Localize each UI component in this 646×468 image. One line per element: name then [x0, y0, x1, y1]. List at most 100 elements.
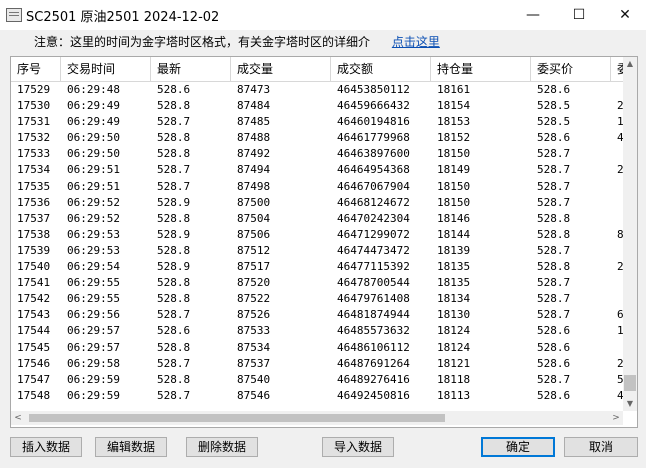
table-cell: 18113: [437, 388, 471, 402]
table-cell: 06:29:50: [67, 147, 120, 161]
header-time[interactable]: 交易时间: [61, 57, 151, 81]
table-cell: 46461779968: [337, 131, 410, 145]
maximize-button[interactable]: ☐: [556, 0, 602, 30]
table-row[interactable]: 17544 06:29:57 528.6 87533 46485573632 18124 5…: [11, 323, 624, 339]
table-row[interactable]: 17535 06:29:51 528.7 87498 46467067904 18150 5…: [11, 179, 623, 195]
header-seq[interactable]: 序号: [11, 57, 61, 81]
table-cell: 46478700544: [337, 276, 410, 290]
table-row[interactable]: 17536 06:29:52 528.9 87500 46468124672 18150 5…: [11, 195, 623, 211]
table-cell: 06:29:53: [67, 227, 120, 241]
table-row[interactable]: 17530 06:29:49 528.8 87484 46459666432 18154 5…: [11, 98, 624, 114]
table-cell: 17532: [17, 131, 51, 145]
horizontal-scrollbar[interactable]: < >: [11, 411, 623, 425]
vertical-scrollbar[interactable]: ▲ ▼: [623, 57, 637, 411]
table-cell: 06:29:59: [67, 372, 120, 386]
table-cell: 87498: [237, 179, 271, 193]
close-button[interactable]: ✕: [602, 0, 646, 30]
header-turnover[interactable]: 成交额: [331, 57, 431, 81]
table-cell: 06:29:58: [67, 356, 120, 370]
table-row[interactable]: 17537 06:29:52 528.8 87504 46470242304 18146 5…: [11, 211, 623, 227]
table-cell: 87522: [237, 292, 271, 306]
table-row[interactable]: 17547 06:29:59 528.8 87540 46489276416 18118 5…: [11, 372, 624, 388]
table-cell: 528.9: [157, 227, 191, 241]
table-cell: 528.7: [537, 147, 571, 161]
table-cell: 528.8: [157, 292, 191, 306]
table-cell: 17536: [17, 195, 51, 209]
table-cell: 17545: [17, 340, 51, 354]
table-cell: 17529: [17, 83, 51, 96]
table-cell: 17537: [17, 211, 51, 225]
table-row[interactable]: 17545 06:29:57 528.8 87534 46486106112 18124 5…: [11, 340, 623, 356]
table-cell: 18154: [437, 99, 471, 113]
table-row[interactable]: 17541 06:29:55 528.8 87520 46478700544 18135 5…: [11, 275, 623, 291]
scroll-right-icon[interactable]: >: [609, 411, 623, 425]
cancel-button[interactable]: 取消: [564, 437, 638, 457]
table-cell: 46460194816: [337, 115, 410, 129]
horizontal-scroll-thumb[interactable]: [29, 414, 445, 422]
tick-data-table[interactable]: 序号 交易时间 最新 成交量 成交额 持仓量 委买价 委 17529 06:29:…: [10, 56, 638, 428]
table-cell: 18146: [437, 211, 471, 225]
table-cell: 528.8: [157, 211, 191, 225]
title-bar: SC2501 原油2501 2024-12-02 — ☐ ✕: [0, 0, 646, 30]
table-cell: 87492: [237, 147, 271, 161]
table-cell: 87512: [237, 243, 271, 257]
table-cell: 18134: [437, 292, 471, 306]
table-cell: 17543: [17, 308, 51, 322]
table-row[interactable]: 17538 06:29:53 528.9 87506 46471299072 18144 5…: [11, 227, 624, 243]
table-row[interactable]: 17540 06:29:54 528.9 87517 46477115392 18135 5…: [11, 259, 624, 275]
table-cell: 06:29:56: [67, 308, 120, 322]
import-data-button[interactable]: 导入数据: [322, 437, 394, 457]
vertical-scroll-thumb[interactable]: [624, 375, 636, 391]
edit-data-button[interactable]: 编辑数据: [95, 437, 167, 457]
scroll-left-icon[interactable]: <: [11, 411, 25, 425]
ok-button[interactable]: 确定: [481, 437, 555, 457]
table-row[interactable]: 17533 06:29:50 528.8 87492 46463897600 18150 5…: [11, 146, 623, 162]
table-cell: 18124: [437, 324, 471, 338]
table-cell: 06:29:51: [67, 179, 120, 193]
insert-data-button[interactable]: 插入数据: [10, 437, 82, 457]
header-bid-price[interactable]: 委买价: [531, 57, 611, 81]
table-cell: 46453850112: [337, 83, 410, 96]
table-cell: 46463897600: [337, 147, 410, 161]
table-cell: 06:29:49: [67, 115, 120, 129]
table-row[interactable]: 17532 06:29:50 528.8 87488 46461779968 18152 5…: [11, 130, 624, 146]
table-row[interactable]: 17529 06:29:48 528.6 87473 46453850112 18161 5…: [11, 82, 623, 98]
table-cell: 528.8: [157, 147, 191, 161]
delete-data-button[interactable]: 删除数据: [186, 437, 258, 457]
table-row[interactable]: 17531 06:29:49 528.7 87485 46460194816 18153 5…: [11, 114, 624, 130]
minimize-button[interactable]: —: [510, 0, 556, 30]
scroll-down-icon[interactable]: ▼: [623, 397, 637, 411]
scroll-up-icon[interactable]: ▲: [623, 57, 637, 71]
click-here-link[interactable]: 点击这里: [392, 35, 440, 49]
table-cell: 46492450816: [337, 388, 410, 402]
table-cell: 46477115392: [337, 260, 410, 274]
table-cell: 87484: [237, 99, 271, 113]
table-cell: 18161: [437, 83, 471, 96]
table-cell: 87494: [237, 163, 271, 177]
table-row[interactable]: 17539 06:29:53 528.8 87512 46474473472 18139 5…: [11, 243, 623, 259]
table-cell: 17538: [17, 227, 51, 241]
table-row[interactable]: 17543 06:29:56 528.7 87526 46481874944 18130 5…: [11, 307, 624, 323]
table-cell: 528.9: [157, 195, 191, 209]
table-cell: 528.6: [157, 83, 191, 96]
header-last[interactable]: 最新: [151, 57, 231, 81]
table-cell: 528.7: [157, 308, 191, 322]
table-cell: 06:29:54: [67, 260, 120, 274]
header-open-interest[interactable]: 持仓量: [431, 57, 531, 81]
table-cell: 06:29:50: [67, 131, 120, 145]
table-cell: 17530: [17, 99, 51, 113]
header-volume[interactable]: 成交量: [231, 57, 331, 81]
table-cell: 528.6: [537, 131, 571, 145]
table-cell: 06:29:59: [67, 388, 120, 402]
table-cell: 528.7: [157, 163, 191, 177]
table-row[interactable]: 17542 06:29:55 528.8 87522 46479761408 18134 5…: [11, 291, 623, 307]
table-row[interactable]: 17546 06:29:58 528.7 87537 46487691264 18121 5…: [11, 356, 624, 372]
table-cell: 528.7: [157, 115, 191, 129]
table-row[interactable]: 17534 06:29:51 528.7 87494 46464954368 18149 5…: [11, 162, 624, 178]
table-cell: 87534: [237, 340, 271, 354]
table-row[interactable]: 17548 06:29:59 528.7 87546 46492450816 18113 5…: [11, 388, 624, 404]
table-cell: 528.7: [537, 276, 571, 290]
table-cell: 06:29:57: [67, 340, 120, 354]
table-cell: 17542: [17, 292, 51, 306]
table-cell: 528.8: [157, 99, 191, 113]
